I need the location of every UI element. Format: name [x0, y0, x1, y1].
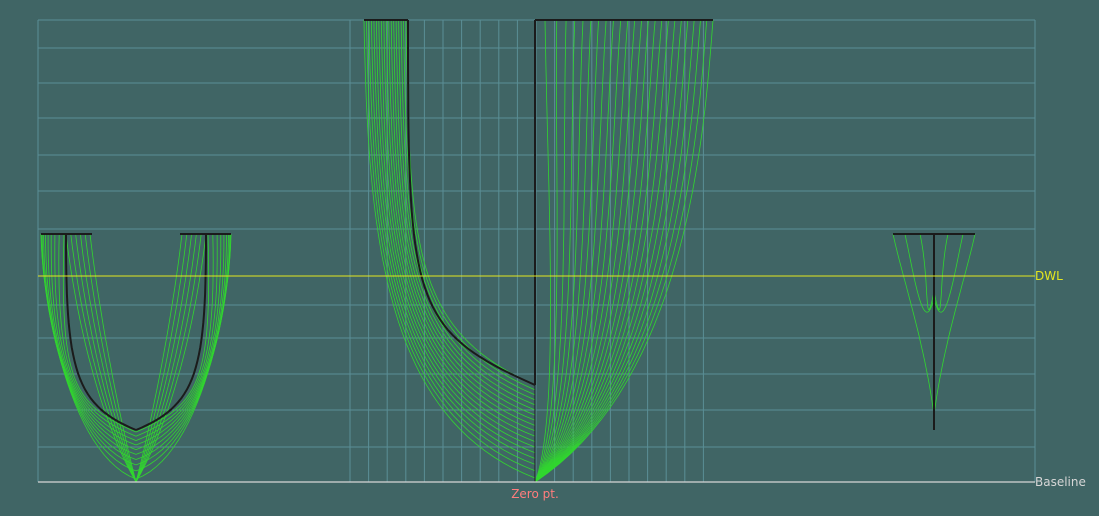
station-line [534, 19, 622, 483]
baseline-label: Baseline [1035, 475, 1086, 489]
station-line [363, 19, 536, 479]
hull-outline [407, 20, 536, 386]
station-line [40, 233, 137, 472]
station-line [933, 233, 964, 313]
station-line [892, 233, 935, 416]
station-line [398, 19, 536, 401]
station-line [534, 19, 695, 483]
grid [37, 19, 1036, 482]
station-line [383, 19, 536, 432]
station-line [904, 233, 935, 313]
station-line [534, 19, 592, 483]
station-line [534, 19, 584, 483]
station-line [534, 19, 551, 483]
dwl-label: DWL [1035, 269, 1063, 283]
body-plan-view[interactable]: DWL Baseline Zero pt. [0, 0, 1099, 511]
station-line [534, 19, 714, 483]
station-line [135, 233, 232, 472]
station-line [933, 233, 976, 416]
body-plan-canvas[interactable]: DWL Baseline Zero pt. [0, 0, 1099, 511]
station-line [405, 19, 536, 386]
station-line [400, 19, 536, 396]
station-line [534, 19, 708, 483]
station-line [534, 19, 689, 483]
station-line [919, 233, 935, 311]
station-line [933, 233, 949, 311]
zero-point-label: Zero pt. [511, 487, 559, 501]
station-curves [40, 19, 976, 483]
